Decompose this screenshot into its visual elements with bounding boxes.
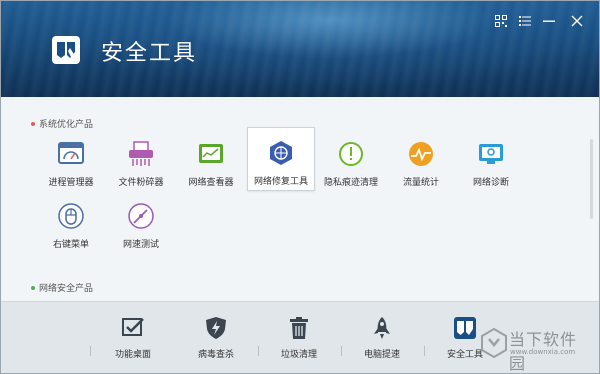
tool-label: 进程管理器	[48, 178, 94, 188]
nav-label: 病毒查杀	[197, 350, 234, 360]
menu-icon[interactable]	[517, 13, 533, 29]
scrollbar[interactable]	[590, 139, 593, 219]
nav-virus-scan[interactable]: 病毒查杀	[184, 314, 248, 366]
app-window: 安全工具 系统优化产品 进程管理器 文件粉碎器 网络查看器 网络修复工具 隐私痕…	[0, 0, 600, 374]
network-diagnosis-icon	[479, 144, 503, 164]
tool-network-diagnosis[interactable]: 网络诊断	[458, 129, 524, 191]
shield-lightning-icon	[206, 317, 226, 339]
section-dot	[31, 285, 35, 290]
tool-label: 右键菜单	[52, 240, 89, 250]
nav-separator	[424, 346, 425, 356]
privacy-clean-icon	[339, 142, 363, 166]
tools-panel: 系统优化产品 进程管理器 文件粉碎器 网络查看器 网络修复工具 隐私痕迹清理 流…	[1, 97, 599, 301]
watermark: 当下软件园 www.downxia.com	[481, 326, 593, 373]
tool-speed-test[interactable]: 网速测试	[108, 191, 174, 253]
tool-network-repair[interactable]: 网络修复工具	[247, 127, 315, 191]
tool-process-manager[interactable]: 进程管理器	[38, 129, 104, 191]
banner-rays	[1, 1, 599, 97]
watermark-logo-icon	[481, 328, 507, 358]
nav-label: 垃圾清理	[280, 350, 317, 360]
minimize-icon[interactable]	[541, 13, 557, 29]
network-repair-icon	[270, 141, 292, 165]
tool-file-shredder[interactable]: 文件粉碎器	[108, 129, 174, 191]
tool-label: 文件粉碎器	[118, 178, 164, 188]
header-banner: 安全工具	[1, 1, 599, 97]
watermark-url: www.downxia.com	[510, 348, 576, 356]
tool-privacy-clean[interactable]: 隐私痕迹清理	[318, 129, 384, 191]
network-viewer-icon	[199, 144, 223, 163]
tool-label: 隐私痕迹清理	[323, 178, 378, 188]
nav-junk-clean[interactable]: 垃圾清理	[267, 314, 331, 366]
app-title: 安全工具	[101, 41, 198, 66]
section-security-label: 网络安全产品	[39, 284, 94, 294]
right-click-menu-icon	[58, 203, 84, 229]
tool-label: 流量统计	[402, 178, 439, 188]
file-shredder-icon	[129, 141, 153, 166]
process-manager-icon	[58, 142, 84, 164]
nav-function-desktop[interactable]: 功能桌面	[101, 314, 165, 366]
traffic-stats-icon	[409, 142, 433, 166]
nav-label: 功能桌面	[114, 350, 151, 360]
nav-separator	[341, 346, 342, 356]
nav-pc-speedup[interactable]: 电脑提速	[350, 314, 414, 366]
tool-network-viewer[interactable]: 网络查看器	[178, 129, 244, 191]
desktop-check-icon	[122, 318, 144, 336]
tool-label: 网络诊断	[472, 178, 509, 188]
tool-label: 网络修复工具	[253, 177, 308, 187]
nav-separator	[258, 346, 259, 356]
trash-icon	[290, 317, 308, 339]
tool-right-click-menu[interactable]: 右键菜单	[38, 191, 104, 253]
app-logo-icon	[52, 36, 80, 64]
nav-label: 电脑提速	[363, 350, 400, 360]
qr-icon[interactable]	[493, 13, 509, 29]
tool-label: 网速测试	[122, 240, 159, 250]
rocket-icon	[374, 317, 390, 339]
section-dot	[31, 121, 35, 126]
speed-test-icon	[128, 203, 154, 229]
nav-separator	[90, 346, 91, 356]
tool-traffic-stats[interactable]: 流量统计	[388, 129, 454, 191]
close-icon[interactable]	[569, 13, 585, 29]
security-tools-icon	[454, 317, 476, 339]
section-security: 网络安全产品	[31, 281, 93, 294]
tool-label: 网络查看器	[188, 178, 234, 188]
